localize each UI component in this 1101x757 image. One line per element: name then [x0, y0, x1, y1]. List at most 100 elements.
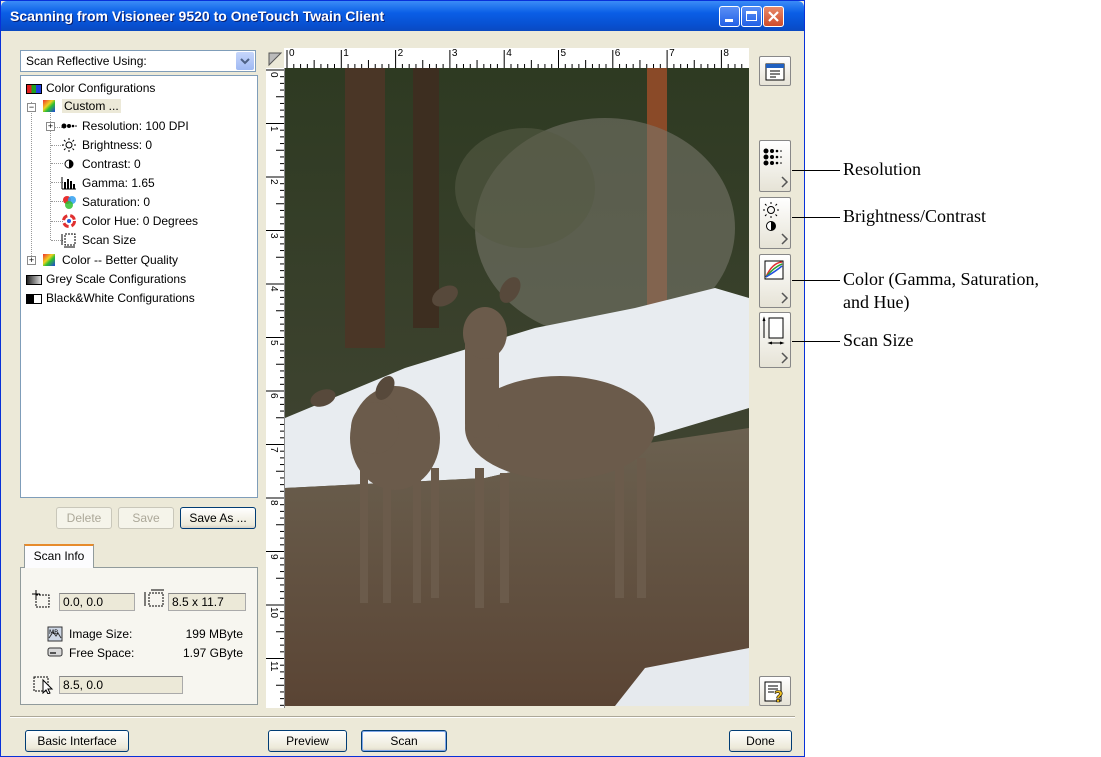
horizontal-ruler-ticks: [286, 50, 743, 68]
tree-item-label: Scan Size: [82, 233, 137, 247]
ruler-label: 8: [268, 500, 279, 506]
callout-brightness-contrast: Brightness/Contrast: [843, 206, 986, 226]
save-as-button[interactable]: Save As ...: [180, 507, 256, 529]
free-space-value: 1.97 GByte: [182, 646, 243, 660]
cursor-position-icon: [33, 674, 55, 697]
scan-size-icon: [61, 233, 77, 248]
tree-item-gamma[interactable]: Gamma: 1.65: [61, 174, 155, 192]
image-size-label: Image Size:: [69, 627, 133, 641]
image-size-icon: MB: [47, 626, 63, 645]
ruler-label: 0: [289, 48, 295, 59]
vertical-ruler: 0 1 2 3 4 5 6 7 8 9 10 11: [266, 68, 285, 708]
ruler-label: 5: [560, 48, 567, 59]
resolution-button[interactable]: [759, 140, 791, 192]
basic-interface-button[interactable]: Basic Interface: [25, 730, 129, 752]
tree-item-label: Color Configurations: [46, 81, 156, 95]
tree-item-label: Black&White Configurations: [46, 291, 195, 305]
size-field: 8.5 x 11.7: [168, 593, 246, 611]
origin-field: 0.0, 0.0: [59, 593, 135, 611]
tree-item-brightness[interactable]: Brightness: 0: [61, 136, 152, 154]
grey-scale-icon: [25, 272, 42, 286]
scan-info-panel: 0.0, 0.0 8.5 x 11.7 MB Image Size: 199 M…: [20, 567, 258, 705]
free-space-label: Free Space:: [69, 646, 135, 660]
ruler-label: 1: [343, 48, 349, 59]
sun-icon: [61, 138, 77, 152]
ruler-label: 4: [506, 48, 512, 59]
brightness-contrast-button[interactable]: [759, 197, 791, 249]
minimize-icon: [725, 19, 733, 22]
tree-item-resolution[interactable]: Resolution: 100 DPI: [61, 117, 189, 135]
tree-item-label: Custom ...: [62, 99, 121, 113]
origin-icon: [31, 590, 51, 611]
color-configurations-icon: [25, 81, 42, 95]
ruler-corner-button[interactable]: [266, 48, 284, 68]
callout-color-line2: and Hue): [843, 292, 910, 312]
scan-button[interactable]: Scan: [361, 730, 447, 752]
ruler-label: 3: [451, 48, 458, 59]
title-bar[interactable]: Scanning from Visioneer 9520 to OneTouch…: [1, 1, 804, 31]
svg-text:MB: MB: [49, 629, 58, 636]
collapse-toggle[interactable]: −: [27, 103, 36, 112]
expand-toggle[interactable]: +: [27, 256, 36, 265]
ruler-label: 2: [268, 179, 279, 185]
maximize-button[interactable]: [741, 6, 762, 27]
tree-item-color-configurations[interactable]: Color Configurations: [25, 79, 155, 97]
tab-scan-info[interactable]: Scan Info: [24, 544, 94, 568]
tree-item-label: Contrast: 0: [82, 157, 141, 171]
tree-item-grey-scale[interactable]: Grey Scale Configurations: [25, 270, 186, 288]
ruler-label: 11: [268, 660, 279, 671]
disk-icon: [47, 645, 63, 662]
close-button[interactable]: [763, 6, 784, 27]
ruler-label: 6: [614, 48, 621, 59]
scan-size-icon: [762, 316, 789, 364]
tree-item-black-white[interactable]: Black&White Configurations: [25, 289, 195, 307]
help-icon: ?: [764, 681, 784, 706]
tree-item-contrast[interactable]: Contrast: 0: [61, 155, 141, 173]
ruler-label: 9: [268, 553, 279, 560]
tree-item-custom[interactable]: Custom ...: [41, 97, 121, 115]
separator: [10, 716, 795, 718]
gamma-histogram-icon: [61, 176, 77, 190]
delete-button[interactable]: Delete: [56, 507, 112, 529]
resolution-icon: [763, 148, 789, 188]
tree-item-saturation[interactable]: Saturation: 0: [61, 193, 150, 211]
horizontal-ruler: 0 1 2 3 4 5 6 7 8: [284, 48, 749, 69]
ruler-label: 2: [397, 48, 404, 59]
help-button[interactable]: ?: [759, 676, 791, 706]
expand-toggle[interactable]: +: [46, 122, 55, 131]
resolution-icon: [61, 119, 77, 133]
scan-size-button[interactable]: [759, 312, 791, 368]
tree-item-label: Saturation: 0: [82, 195, 151, 209]
color-config-icon: [41, 99, 57, 113]
tree-item-scan-size[interactable]: Scan Size: [61, 231, 136, 249]
tree-item-label: Color Hue: 0 Degrees: [82, 214, 199, 228]
preview-photo: [285, 68, 749, 706]
brightness-contrast-icon: [763, 202, 789, 245]
done-button[interactable]: Done: [729, 730, 792, 752]
callout-resolution: Resolution: [843, 159, 922, 179]
color-adjust-button[interactable]: [759, 254, 791, 308]
maximize-icon: [746, 11, 757, 21]
scan-source-dropdown[interactable]: Scan Reflective Using:: [20, 50, 256, 72]
dropdown-button[interactable]: [236, 52, 254, 70]
close-icon: [768, 11, 779, 22]
tree-item-color-better-quality[interactable]: Color -- Better Quality: [41, 251, 178, 269]
ruler-label: 0: [268, 72, 279, 78]
callout-scan-size: Scan Size: [843, 330, 914, 350]
svg-text:?: ?: [774, 687, 783, 705]
tree-item-color-hue[interactable]: Color Hue: 0 Degrees: [61, 212, 198, 230]
ruler-label: 3: [268, 232, 279, 239]
contrast-icon: [61, 157, 77, 171]
callout-line: [792, 280, 840, 281]
color-hue-icon: [61, 214, 77, 228]
preview-button[interactable]: Preview: [268, 730, 347, 752]
save-button[interactable]: Save: [118, 507, 174, 529]
minimize-button[interactable]: [719, 6, 740, 27]
scan-source-value: Scan Reflective Using:: [26, 54, 147, 68]
ruler-label: 5: [268, 339, 279, 346]
properties-button[interactable]: [759, 56, 791, 86]
tree-item-label: Brightness: 0: [82, 138, 153, 152]
callout-line: [792, 341, 840, 342]
tree-item-label: Grey Scale Configurations: [46, 272, 187, 286]
tree-item-label: Gamma: 1.65: [82, 176, 155, 190]
